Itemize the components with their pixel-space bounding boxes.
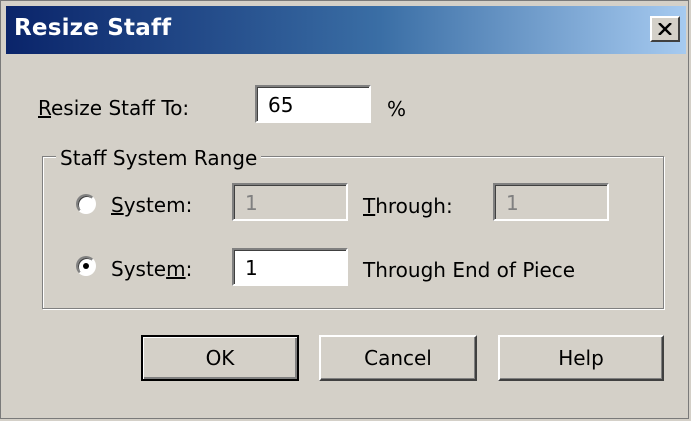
help-button[interactable]: Help [498,335,664,381]
close-icon [658,23,672,35]
resize-staff-dialog: Resize Staff Resize Staff To: 65 % Staff… [0,0,689,419]
title-bar[interactable]: Resize Staff [6,6,686,54]
through-end-of-piece-label: Through End of Piece [363,258,576,282]
dialog-title: Resize Staff [14,15,172,41]
radio-selected-dot [83,263,89,269]
resize-staff-label: Resize Staff To: [38,96,190,120]
system-range-radio[interactable] [76,194,96,214]
close-button[interactable] [650,16,680,42]
system-start-input[interactable]: 1 [232,248,348,286]
through-label: Through: [363,194,453,218]
system-through-input-disabled[interactable]: 1 [493,183,609,221]
staff-system-range-group [42,156,664,309]
cancel-button[interactable]: Cancel [319,335,477,381]
system-from-input-disabled[interactable]: 1 [232,183,348,221]
percent-unit: % [387,97,407,121]
system-radio-label: System: [111,193,193,217]
system-to-end-radio[interactable] [76,256,96,276]
staff-system-range-legend: Staff System Range [56,146,262,170]
resize-percent-input[interactable]: 65 [255,85,371,123]
ok-button[interactable]: OK [141,335,299,381]
system-to-end-label: System: [111,257,193,281]
